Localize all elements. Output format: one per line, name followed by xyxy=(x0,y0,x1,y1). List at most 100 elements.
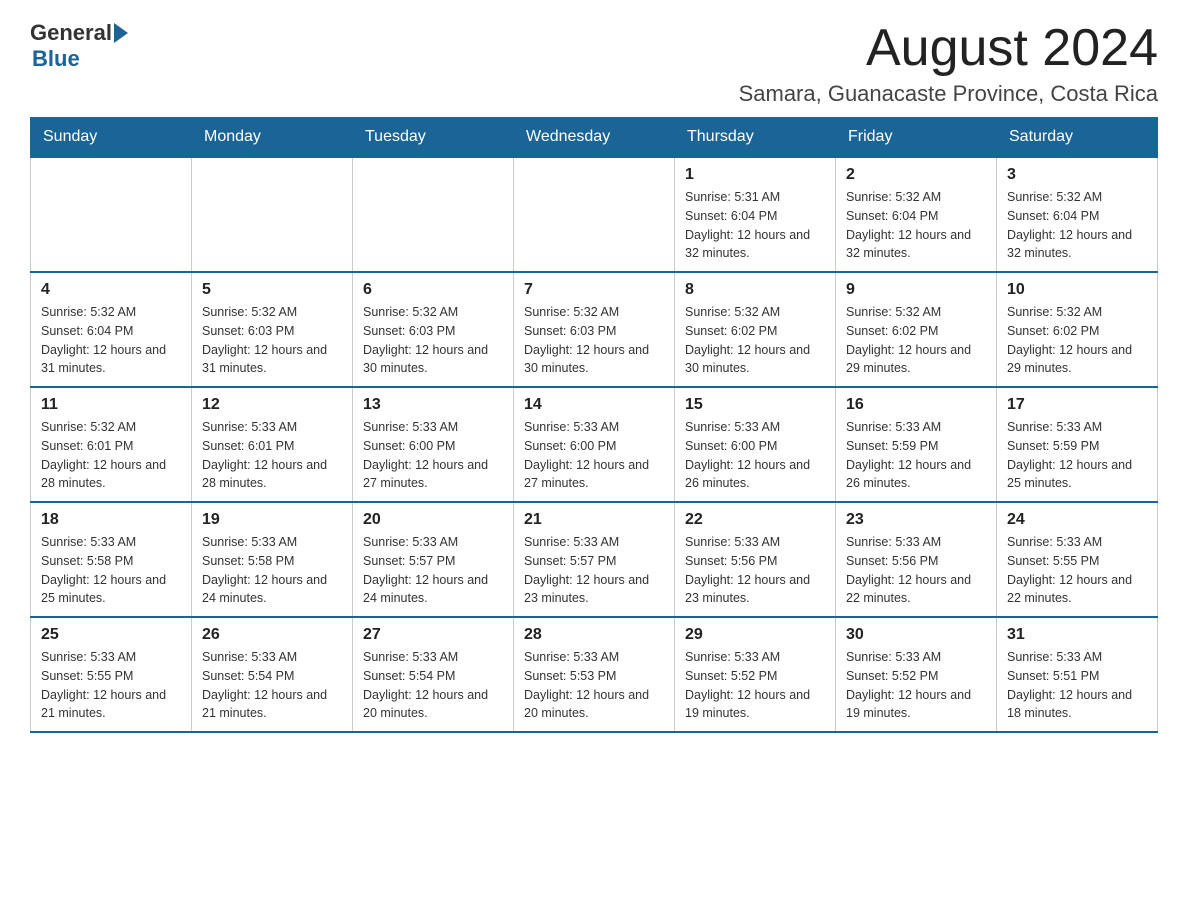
logo-general-text: General xyxy=(30,20,112,46)
day-number: 17 xyxy=(1007,396,1147,414)
column-header-tuesday: Tuesday xyxy=(353,118,514,158)
day-info: Sunrise: 5:32 AM Sunset: 6:02 PM Dayligh… xyxy=(846,303,986,378)
day-info: Sunrise: 5:33 AM Sunset: 6:00 PM Dayligh… xyxy=(685,418,825,493)
day-number: 1 xyxy=(685,166,825,184)
day-info: Sunrise: 5:32 AM Sunset: 6:04 PM Dayligh… xyxy=(1007,188,1147,263)
calendar-cell: 10Sunrise: 5:32 AM Sunset: 6:02 PM Dayli… xyxy=(997,272,1158,387)
day-number: 2 xyxy=(846,166,986,184)
day-number: 22 xyxy=(685,511,825,529)
calendar-cell xyxy=(31,157,192,272)
logo: General Blue xyxy=(30,20,128,72)
day-number: 10 xyxy=(1007,281,1147,299)
day-number: 27 xyxy=(363,626,503,644)
day-info: Sunrise: 5:33 AM Sunset: 5:58 PM Dayligh… xyxy=(41,533,181,608)
day-info: Sunrise: 5:33 AM Sunset: 5:52 PM Dayligh… xyxy=(685,648,825,723)
calendar-cell: 3 Sunrise: 5:32 AM Sunset: 6:04 PM Daylig… xyxy=(997,157,1158,272)
calendar-header-row: SundayMondayTuesdayWednesdayThursdayFrid… xyxy=(31,118,1158,158)
day-info: Sunrise: 5:33 AM Sunset: 5:53 PM Dayligh… xyxy=(524,648,664,723)
column-header-sunday: Sunday xyxy=(31,118,192,158)
day-number: 26 xyxy=(202,626,342,644)
day-number: 30 xyxy=(846,626,986,644)
day-info: Sunrise: 5:33 AM Sunset: 6:00 PM Dayligh… xyxy=(524,418,664,493)
day-info: Sunrise: 5:32 AM Sunset: 6:04 PM Dayligh… xyxy=(846,188,986,263)
calendar-cell: 8Sunrise: 5:32 AM Sunset: 6:02 PM Daylig… xyxy=(675,272,836,387)
calendar-cell: 7Sunrise: 5:32 AM Sunset: 6:03 PM Daylig… xyxy=(514,272,675,387)
calendar-cell: 19 Sunrise: 5:33 AM Sunset: 5:58 PM Dayli… xyxy=(192,502,353,617)
week-row-1: 1 Sunrise: 5:31 AM Sunset: 6:04 PM Daylig… xyxy=(31,157,1158,272)
column-header-monday: Monday xyxy=(192,118,353,158)
week-row-4: 18 Sunrise: 5:33 AM Sunset: 5:58 PM Dayli… xyxy=(31,502,1158,617)
calendar-cell: 15Sunrise: 5:33 AM Sunset: 6:00 PM Dayli… xyxy=(675,387,836,502)
day-number: 7 xyxy=(524,281,664,299)
calendar-cell xyxy=(192,157,353,272)
calendar-cell: 26 Sunrise: 5:33 AM Sunset: 5:54 PM Dayli… xyxy=(192,617,353,732)
day-number: 29 xyxy=(685,626,825,644)
day-number: 13 xyxy=(363,396,503,414)
week-row-3: 11 Sunrise: 5:32 AM Sunset: 6:01 PM Dayli… xyxy=(31,387,1158,502)
day-info: Sunrise: 5:32 AM Sunset: 6:01 PM Dayligh… xyxy=(41,418,181,493)
day-info: Sunrise: 5:33 AM Sunset: 5:51 PM Dayligh… xyxy=(1007,648,1147,723)
header-right: August 2024 Samara, Guanacaste Province,… xyxy=(739,20,1158,107)
calendar-cell: 21 Sunrise: 5:33 AM Sunset: 5:57 PM Dayli… xyxy=(514,502,675,617)
day-number: 11 xyxy=(41,396,181,414)
day-info: Sunrise: 5:32 AM Sunset: 6:02 PM Dayligh… xyxy=(685,303,825,378)
calendar-cell xyxy=(514,157,675,272)
day-number: 12 xyxy=(202,396,342,414)
day-info: Sunrise: 5:31 AM Sunset: 6:04 PM Dayligh… xyxy=(685,188,825,263)
day-info: Sunrise: 5:33 AM Sunset: 5:54 PM Dayligh… xyxy=(202,648,342,723)
calendar-cell: 14 Sunrise: 5:33 AM Sunset: 6:00 PM Dayli… xyxy=(514,387,675,502)
day-info: Sunrise: 5:33 AM Sunset: 5:59 PM Dayligh… xyxy=(1007,418,1147,493)
calendar-cell: 29 Sunrise: 5:33 AM Sunset: 5:52 PM Dayli… xyxy=(675,617,836,732)
calendar-cell: 30 Sunrise: 5:33 AM Sunset: 5:52 PM Dayli… xyxy=(836,617,997,732)
calendar-table: SundayMondayTuesdayWednesdayThursdayFrid… xyxy=(30,117,1158,733)
day-number: 3 xyxy=(1007,166,1147,184)
day-number: 28 xyxy=(524,626,664,644)
week-row-5: 25 Sunrise: 5:33 AM Sunset: 5:55 PM Dayli… xyxy=(31,617,1158,732)
day-info: Sunrise: 5:32 AM Sunset: 6:04 PM Dayligh… xyxy=(41,303,181,378)
day-info: Sunrise: 5:33 AM Sunset: 5:55 PM Dayligh… xyxy=(41,648,181,723)
page-header: General Blue August 2024 Samara, Guanaca… xyxy=(30,20,1158,107)
day-info: Sunrise: 5:33 AM Sunset: 5:54 PM Dayligh… xyxy=(363,648,503,723)
day-info: Sunrise: 5:33 AM Sunset: 5:56 PM Dayligh… xyxy=(846,533,986,608)
logo-blue-text: Blue xyxy=(32,46,80,72)
day-info: Sunrise: 5:33 AM Sunset: 5:57 PM Dayligh… xyxy=(524,533,664,608)
calendar-cell: 24Sunrise: 5:33 AM Sunset: 5:55 PM Dayli… xyxy=(997,502,1158,617)
column-header-thursday: Thursday xyxy=(675,118,836,158)
calendar-cell: 16 Sunrise: 5:33 AM Sunset: 5:59 PM Dayli… xyxy=(836,387,997,502)
day-number: 9 xyxy=(846,281,986,299)
calendar-cell: 5Sunrise: 5:32 AM Sunset: 6:03 PM Daylig… xyxy=(192,272,353,387)
calendar-cell: 22 Sunrise: 5:33 AM Sunset: 5:56 PM Dayli… xyxy=(675,502,836,617)
day-number: 19 xyxy=(202,511,342,529)
calendar-cell: 28 Sunrise: 5:33 AM Sunset: 5:53 PM Dayli… xyxy=(514,617,675,732)
day-number: 25 xyxy=(41,626,181,644)
calendar-cell: 25 Sunrise: 5:33 AM Sunset: 5:55 PM Dayli… xyxy=(31,617,192,732)
day-info: Sunrise: 5:33 AM Sunset: 5:57 PM Dayligh… xyxy=(363,533,503,608)
week-row-2: 4 Sunrise: 5:32 AM Sunset: 6:04 PM Daylig… xyxy=(31,272,1158,387)
calendar-cell: 9 Sunrise: 5:32 AM Sunset: 6:02 PM Daylig… xyxy=(836,272,997,387)
day-number: 18 xyxy=(41,511,181,529)
day-info: Sunrise: 5:32 AM Sunset: 6:03 PM Dayligh… xyxy=(202,303,342,378)
calendar-cell: 1 Sunrise: 5:31 AM Sunset: 6:04 PM Daylig… xyxy=(675,157,836,272)
day-number: 4 xyxy=(41,281,181,299)
calendar-cell: 18 Sunrise: 5:33 AM Sunset: 5:58 PM Dayli… xyxy=(31,502,192,617)
day-info: Sunrise: 5:33 AM Sunset: 5:52 PM Dayligh… xyxy=(846,648,986,723)
day-number: 14 xyxy=(524,396,664,414)
day-info: Sunrise: 5:33 AM Sunset: 5:58 PM Dayligh… xyxy=(202,533,342,608)
day-number: 6 xyxy=(363,281,503,299)
day-number: 31 xyxy=(1007,626,1147,644)
logo-arrow-icon xyxy=(114,23,128,43)
calendar-cell: 12Sunrise: 5:33 AM Sunset: 6:01 PM Dayli… xyxy=(192,387,353,502)
location-subtitle: Samara, Guanacaste Province, Costa Rica xyxy=(739,81,1158,107)
calendar-cell: 6 Sunrise: 5:32 AM Sunset: 6:03 PM Daylig… xyxy=(353,272,514,387)
calendar-cell: 20Sunrise: 5:33 AM Sunset: 5:57 PM Dayli… xyxy=(353,502,514,617)
day-number: 23 xyxy=(846,511,986,529)
day-info: Sunrise: 5:33 AM Sunset: 5:59 PM Dayligh… xyxy=(846,418,986,493)
calendar-cell xyxy=(353,157,514,272)
calendar-cell: 4 Sunrise: 5:32 AM Sunset: 6:04 PM Daylig… xyxy=(31,272,192,387)
day-info: Sunrise: 5:32 AM Sunset: 6:03 PM Dayligh… xyxy=(363,303,503,378)
calendar-cell: 13Sunrise: 5:33 AM Sunset: 6:00 PM Dayli… xyxy=(353,387,514,502)
day-info: Sunrise: 5:33 AM Sunset: 5:56 PM Dayligh… xyxy=(685,533,825,608)
day-number: 21 xyxy=(524,511,664,529)
column-header-saturday: Saturday xyxy=(997,118,1158,158)
day-number: 16 xyxy=(846,396,986,414)
